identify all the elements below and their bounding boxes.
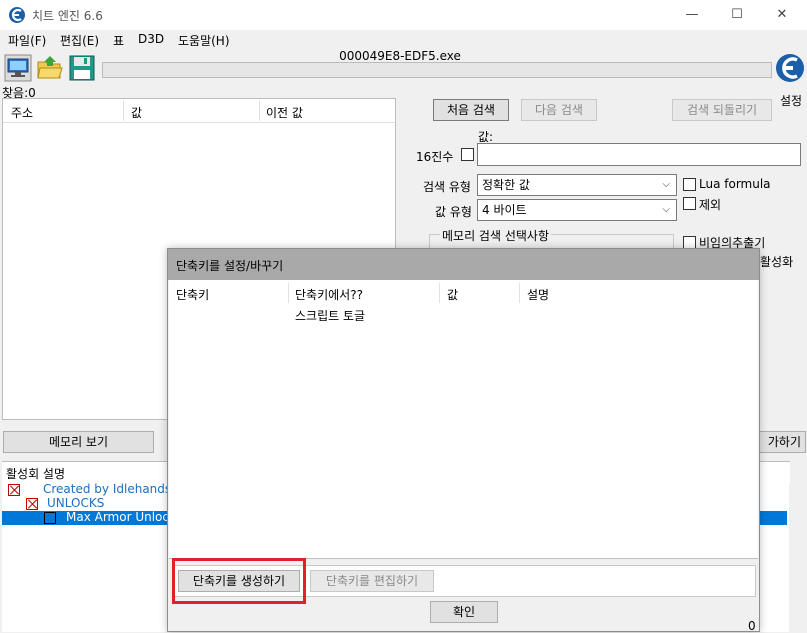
cheat-entry[interactable]: Created by Idlehands: [43, 482, 171, 496]
cheat-engine-logo-icon[interactable]: [774, 48, 806, 92]
cheat-entry[interactable]: Max Armor Unloc: [66, 510, 169, 524]
next-scan-button[interactable]: 다음 검색: [521, 99, 597, 121]
settings-label[interactable]: 설정: [780, 92, 802, 109]
activate-checkbox[interactable]: [44, 512, 56, 524]
status-value: 0: [748, 619, 756, 633]
activate-label-partial: 활성화: [760, 255, 794, 269]
column-previous-value[interactable]: 이전 값: [266, 104, 303, 121]
value-type-value: 4 바이트: [482, 203, 527, 217]
dialog-title: 단축키를 설정/바꾸기: [176, 259, 284, 273]
value-input[interactable]: [477, 143, 801, 166]
hex-checkbox[interactable]: [461, 148, 474, 161]
cheat-engine-app-icon: [9, 7, 25, 23]
hex-label: 16진수: [416, 150, 454, 164]
column-action[interactable]: 단축키에서??: [295, 286, 363, 303]
close-button[interactable]: ✕: [770, 4, 794, 26]
memory-scan-options-label: 메모리 검색 선택사항: [440, 227, 551, 244]
exclude-checkbox[interactable]: [683, 197, 696, 210]
highlight-box: [172, 558, 306, 604]
save-disk-icon[interactable]: [68, 54, 96, 82]
memory-view-button[interactable]: 메모리 보기: [3, 431, 154, 453]
first-scan-button[interactable]: 처음 검색: [433, 99, 509, 121]
lua-formula-checkbox[interactable]: [683, 178, 696, 191]
column-divider: [439, 283, 440, 303]
hotkey-row-action[interactable]: 스크립트 토글: [295, 307, 365, 324]
menu-file[interactable]: 파일(F): [8, 32, 46, 49]
process-name: 000049E8-EDF5.exe: [339, 49, 461, 63]
activate-checkbox[interactable]: [8, 484, 20, 496]
chevron-down-icon: ⌵: [662, 204, 670, 215]
minimize-button[interactable]: —: [680, 4, 704, 26]
value-type-label: 값 유형: [435, 205, 472, 219]
menu-d3d[interactable]: D3D: [138, 32, 164, 46]
menu-edit[interactable]: 편집(E): [60, 32, 99, 49]
column-hotkey[interactable]: 단축키: [176, 286, 209, 303]
hotkey-list[interactable]: 단축키 단축키에서?? 값 설명 스크립트 토글: [169, 280, 758, 559]
scan-type-select[interactable]: 정확한 값 ⌵: [477, 174, 677, 196]
computer-monitor-icon[interactable]: [4, 54, 32, 82]
scan-type-label: 검색 유형: [423, 180, 471, 194]
cheat-table-header: 활성회 설명: [6, 467, 66, 481]
column-divider: [259, 101, 260, 121]
edit-hotkey-button[interactable]: 단축키를 편집하기: [310, 570, 434, 592]
scan-progress-bar: [102, 62, 772, 78]
exclude-label: 제외: [699, 198, 722, 212]
value-type-select[interactable]: 4 바이트 ⌵: [477, 199, 677, 221]
address-list-header: 주소 값 이전 값: [3, 99, 395, 123]
window-title: 치트 엔진 6.6: [32, 9, 103, 23]
scan-type-value: 정확한 값: [482, 178, 530, 192]
open-folder-icon[interactable]: [36, 54, 64, 82]
column-divider: [519, 283, 520, 303]
activate-checkbox[interactable]: [26, 498, 38, 510]
undo-scan-button[interactable]: 검색 되돌리기: [672, 99, 772, 121]
maximize-button[interactable]: ☐: [725, 4, 749, 26]
ok-button[interactable]: 확인: [430, 601, 498, 623]
chevron-down-icon: ⌵: [662, 179, 670, 190]
column-address[interactable]: 주소: [11, 104, 33, 121]
column-description[interactable]: 설명: [527, 286, 549, 303]
cheat-entry[interactable]: UNLOCKS: [47, 496, 104, 510]
menu-table[interactable]: 표: [113, 32, 124, 49]
title-bar: 치트 엔진 6.6 — ☐ ✕: [0, 0, 807, 30]
lua-formula-label: Lua formula: [699, 177, 771, 191]
column-divider: [123, 101, 124, 121]
cheat-table-scrollbar[interactable]: [789, 484, 806, 632]
dialog-title-bar[interactable]: 단축키를 설정/바꾸기: [168, 249, 759, 280]
column-divider: [288, 283, 289, 303]
column-value[interactable]: 값: [447, 286, 458, 303]
column-value[interactable]: 값: [131, 104, 142, 121]
menu-help[interactable]: 도움말(H): [178, 32, 230, 49]
